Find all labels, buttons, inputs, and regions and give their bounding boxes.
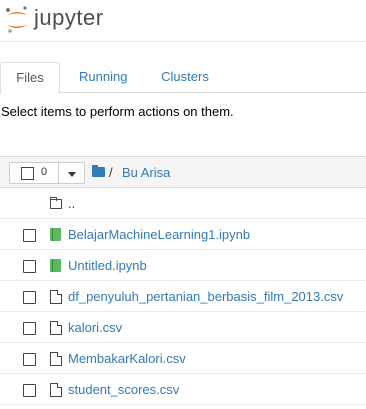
header: jupyter <box>0 0 366 42</box>
list-item[interactable]: MembakarKalori.csv <box>0 343 366 374</box>
item-name[interactable]: BelajarMachineLearning1.ipynb <box>68 227 250 242</box>
item-checkbox[interactable] <box>23 353 36 366</box>
file-icon <box>50 321 62 335</box>
chevron-down-icon <box>68 172 76 177</box>
item-name[interactable]: .. <box>68 196 75 211</box>
file-icon <box>50 290 62 304</box>
item-name[interactable]: Untitled.ipynb <box>68 258 147 273</box>
list-item[interactable]: student_scores.csv <box>0 374 366 405</box>
item-checkbox[interactable] <box>23 384 36 397</box>
notebook-icon <box>50 259 61 272</box>
tab-clusters[interactable]: Clusters <box>145 62 225 93</box>
item-name[interactable]: df_penyuluh_pertanian_berbasis_film_2013… <box>68 289 343 304</box>
breadcrumb-current-folder[interactable]: Bu Arisa <box>122 165 170 180</box>
file-list-header: 0 / Bu Arisa <box>0 156 366 188</box>
jupyter-logo[interactable]: jupyter <box>4 5 104 35</box>
notebook-icon <box>50 228 61 241</box>
select-all-checkbox[interactable] <box>21 167 34 180</box>
select-all-button[interactable]: 0 <box>9 162 59 184</box>
item-checkbox[interactable] <box>23 322 36 335</box>
list-item[interactable]: Untitled.ipynb <box>0 250 366 281</box>
tab-bar: Files Running Clusters <box>0 62 366 94</box>
jupyter-logo-icon <box>4 5 30 35</box>
folder-icon <box>50 197 62 209</box>
instructions-text: Select items to perform actions on them. <box>1 104 234 119</box>
select-dropdown-button[interactable] <box>58 162 85 184</box>
item-checkbox[interactable] <box>23 291 36 304</box>
list-item[interactable]: kalori.csv <box>0 312 366 343</box>
logo-text: jupyter <box>34 5 104 30</box>
tab-running[interactable]: Running <box>64 62 142 93</box>
breadcrumb-separator: / <box>109 165 113 180</box>
item-checkbox[interactable] <box>23 229 36 242</box>
selected-count: 0 <box>41 166 48 178</box>
file-icon <box>50 383 62 397</box>
item-checkbox[interactable] <box>23 260 36 273</box>
tab-files[interactable]: Files <box>0 62 60 94</box>
file-icon <box>50 352 62 366</box>
item-name[interactable]: kalori.csv <box>68 320 122 335</box>
item-name[interactable]: student_scores.csv <box>68 382 179 397</box>
home-folder-icon[interactable] <box>92 165 105 177</box>
list-item[interactable]: BelajarMachineLearning1.ipynb <box>0 219 366 250</box>
item-name[interactable]: MembakarKalori.csv <box>68 351 186 366</box>
list-item[interactable]: df_penyuluh_pertanian_berbasis_film_2013… <box>0 281 366 312</box>
list-item-updir[interactable]: .. <box>0 188 366 219</box>
